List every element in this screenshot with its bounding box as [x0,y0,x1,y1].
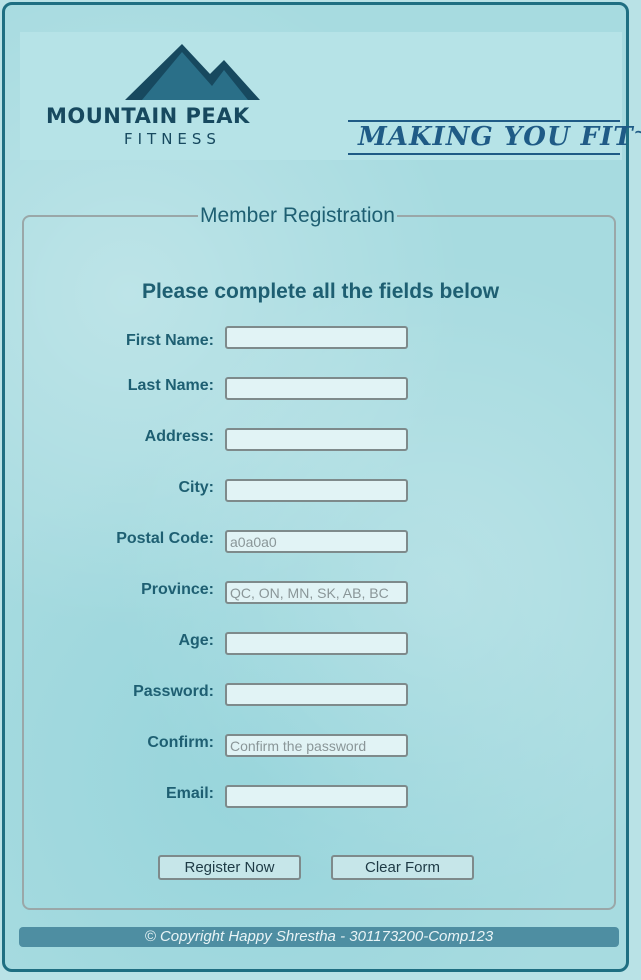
slogan-rule-bottom [348,153,620,155]
form-legend: Member Registration [200,204,395,227]
city-label: City: [178,479,214,496]
register-button[interactable]: Register Now [158,855,301,880]
first-name-input[interactable] [225,326,408,349]
address-input[interactable] [225,428,408,451]
password-label: Password: [133,683,214,700]
confirm-password-input[interactable] [225,734,408,757]
email-label: Email: [165,785,214,802]
footer-copyright: © Copyright Happy Shrestha - 301173200-C… [19,927,619,947]
mountain-logo-icon [125,44,260,100]
slogan: MAKING YOU FIT~ [358,122,641,152]
form-instructions: Please complete all the fields below [141,280,500,303]
postal-code-label: Postal Code: [116,530,214,547]
postal-code-input[interactable] [225,530,408,553]
confirm-label: Confirm: [147,734,214,751]
password-input[interactable] [225,683,408,706]
province-label: Province: [141,581,214,598]
clear-form-button[interactable]: Clear Form [331,855,474,880]
brand-subtitle: FITNESS [124,130,221,148]
province-input[interactable] [225,581,408,604]
first-name-label: First Name: [125,332,214,349]
city-input[interactable] [225,479,408,502]
last-name-label: Last Name: [127,377,214,394]
brand-name: MOUNTAIN PEAK [46,104,250,128]
age-input[interactable] [225,632,408,655]
age-label: Age: [178,632,214,649]
email-input[interactable] [225,785,408,808]
address-label: Address: [144,428,214,445]
last-name-input[interactable] [225,377,408,400]
